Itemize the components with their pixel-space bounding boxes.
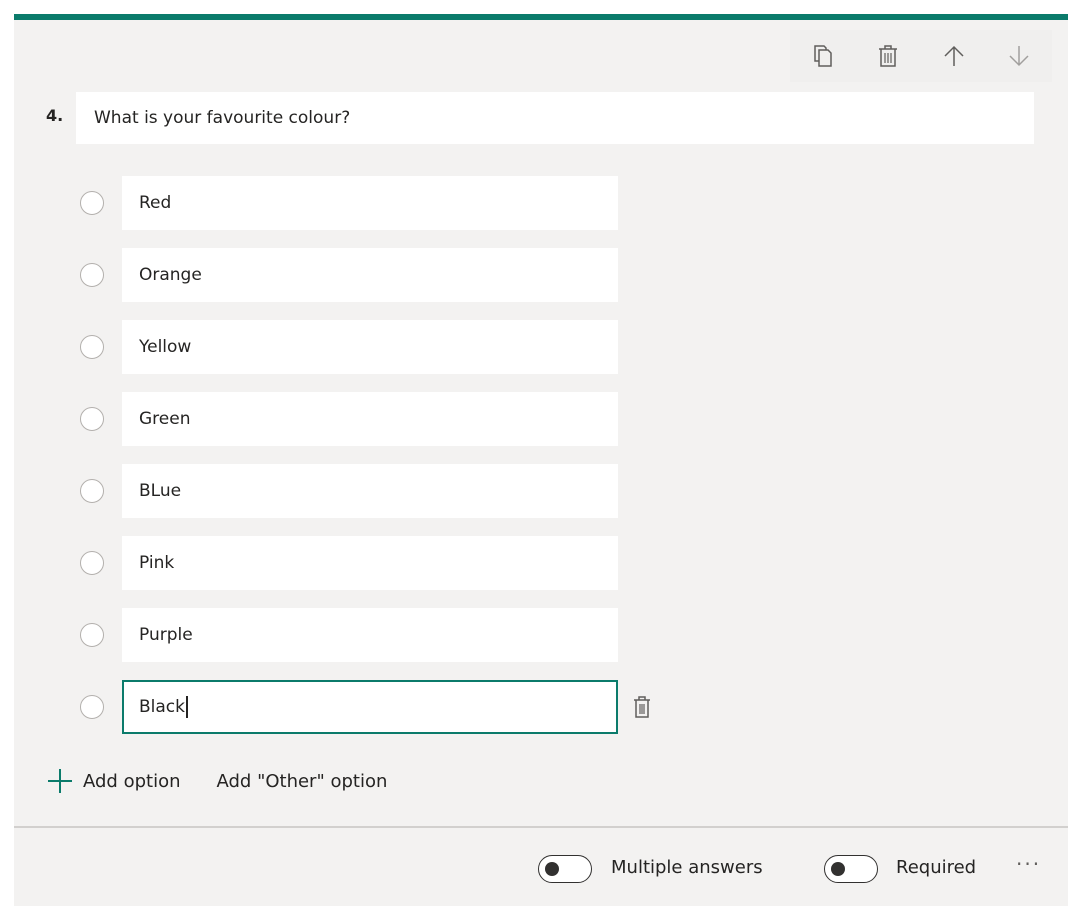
move-up-button[interactable]: [921, 30, 987, 82]
radio-button[interactable]: [80, 479, 104, 503]
option-row: BLue: [14, 464, 714, 518]
radio-button[interactable]: [80, 263, 104, 287]
text-caret: [186, 696, 188, 718]
option-input[interactable]: Green: [122, 392, 618, 446]
multiple-answers-label: Multiple answers: [611, 857, 763, 878]
option-row: Green: [14, 392, 714, 446]
option-row: Purple: [14, 608, 714, 662]
option-input[interactable]: Yellow: [122, 320, 618, 374]
delete-icon: [634, 696, 650, 718]
option-row: Pink: [14, 536, 714, 590]
option-input[interactable]: Red: [122, 176, 618, 230]
option-input[interactable]: BLue: [122, 464, 618, 518]
more-options-button[interactable]: ···: [1016, 852, 1041, 876]
delete-icon: [879, 45, 898, 67]
radio-button[interactable]: [80, 407, 104, 431]
option-input-active[interactable]: Black: [122, 680, 618, 734]
copy-icon: [814, 45, 832, 67]
question-number: 4.: [46, 106, 64, 125]
radio-button[interactable]: [80, 191, 104, 215]
required-toggle[interactable]: [824, 855, 878, 883]
toggle-knob: [545, 862, 559, 876]
radio-button[interactable]: [80, 551, 104, 575]
toggle-knob: [831, 862, 845, 876]
add-option-label: Add option: [83, 770, 181, 792]
radio-button[interactable]: [80, 623, 104, 647]
delete-option-button[interactable]: [632, 695, 652, 719]
add-other-option-button[interactable]: Add "Other" option: [217, 771, 388, 792]
copy-question-button[interactable]: [790, 30, 856, 82]
option-row: Red: [14, 176, 714, 230]
question-footer: Multiple answers Required ···: [14, 828, 1068, 906]
plus-icon: [48, 769, 72, 793]
move-down-button[interactable]: [987, 30, 1053, 82]
option-input[interactable]: Purple: [122, 608, 618, 662]
option-row: Yellow: [14, 320, 714, 374]
option-row: Orange: [14, 248, 714, 302]
add-option-button[interactable]: Add option: [48, 769, 181, 793]
option-input[interactable]: Orange: [122, 248, 618, 302]
radio-button[interactable]: [80, 335, 104, 359]
option-input-text: Black: [139, 697, 185, 717]
radio-button[interactable]: [80, 695, 104, 719]
question-card: 4. What is your favourite colour? Red Or…: [14, 14, 1068, 906]
move-down-icon: [1009, 46, 1029, 67]
option-input[interactable]: Pink: [122, 536, 618, 590]
delete-question-button[interactable]: [856, 30, 922, 82]
multiple-answers-toggle[interactable]: [538, 855, 592, 883]
add-option-row: Add option Add "Other" option: [48, 766, 387, 796]
question-title-input[interactable]: What is your favourite colour?: [76, 92, 1034, 144]
move-up-icon: [944, 45, 964, 66]
question-toolbar: [790, 30, 1052, 82]
accent-bar: [14, 14, 1068, 20]
required-label: Required: [896, 857, 977, 878]
option-row-active: Black: [14, 680, 714, 734]
